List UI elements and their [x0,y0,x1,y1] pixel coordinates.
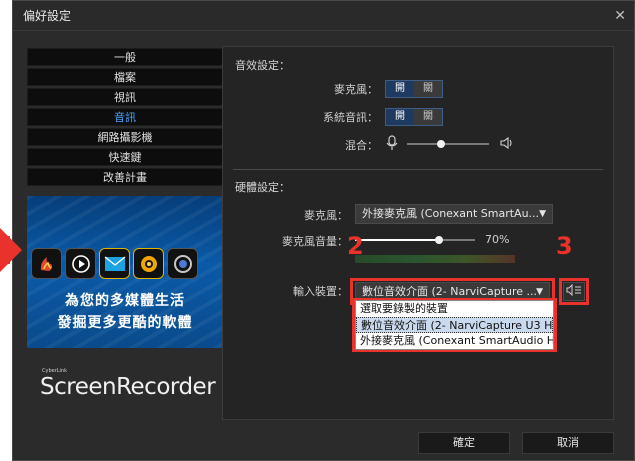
hw-mic-label: 麥克風： [304,209,348,222]
mic-volume-fill [355,239,439,241]
audio-section-title: 音效設定： [235,59,290,72]
chevron-down-icon: ▼ [539,209,546,219]
mail-app-icon [99,248,130,279]
dropdown-option-prompt[interactable]: 選取要錄製的裝置 [356,301,553,317]
nav-item-general[interactable]: 一般 [27,48,223,66]
settings-nav: 一般 檔案 視訊 音訊 網路攝影機 快速鍵 改善計畫 [27,48,223,188]
close-icon[interactable]: ✕ [614,8,626,24]
mic-volume-label: 麥克風音量： [282,235,348,248]
system-audio-off-option[interactable]: 關 [414,109,442,125]
mix-slider-thumb[interactable] [437,140,446,148]
annotation-number-2: 2 [347,232,364,260]
dialog-title: 偏好設定 [23,9,72,23]
app-icon-row [31,248,198,279]
nav-item-webcam[interactable]: 網路攝影機 [27,128,223,146]
mix-label: 混合： [345,139,378,152]
aperture-app-icon [133,248,164,279]
banner-headline: 為您的多媒體生活 [65,293,185,309]
input-device-dropdown: 選取要錄製的裝置 數位音效介面 (2- NarviCapture U3 H...… [355,300,554,350]
mix-slider[interactable] [407,140,489,148]
flame-app-icon [31,248,62,279]
system-audio-toggle[interactable]: 開 關 [385,108,443,126]
promo-banner[interactable]: 為您的多媒體生活 發掘更多更酷的軟體 [27,196,223,348]
section-divider [233,169,603,170]
mic-device-value: 外接麥克風 (Conexant SmartAu... [362,207,540,220]
nav-item-audio[interactable]: 音訊 [27,108,223,126]
titlebar: 偏好設定 ✕ [13,1,634,31]
mic-toggle[interactable]: 開 關 [385,80,443,98]
system-audio-on-option[interactable]: 開 [386,109,414,125]
nav-item-file[interactable]: 檔案 [27,68,223,86]
annotation-number-3: 3 [556,232,573,260]
system-audio-label: 系統音訊： [323,111,378,124]
dropdown-option-narvicapture[interactable]: 數位音效介面 (2- NarviCapture U3 H... [356,317,553,333]
sound-settings-icon [566,283,582,299]
mic-device-select[interactable]: 外接麥克風 (Conexant SmartAu... ▼ [355,204,553,224]
speaker-icon [499,135,515,154]
lens-app-icon [167,248,198,279]
mic-volume-thumb[interactable] [435,236,443,244]
mic-on-option[interactable]: 開 [386,81,414,97]
cancel-button[interactable]: 取消 [522,432,614,454]
ok-button[interactable]: 確定 [418,432,510,454]
play-app-icon [65,248,96,279]
nav-item-hotkeys[interactable]: 快速鍵 [27,148,223,166]
mic-off-option[interactable]: 關 [414,81,442,97]
mic-level-meter [355,255,515,263]
audio-setup-button[interactable] [563,282,585,301]
annotation-arrow [0,228,22,272]
mic-volume-value: 70% [485,233,510,246]
input-device-label: 輸入裝置： [293,285,348,298]
hardware-section-title: 硬體設定： [235,181,290,194]
mic-label: 麥克風： [334,83,378,96]
banner-subheadline: 發掘更多更酷的軟體 [57,315,193,331]
nav-item-video[interactable]: 視訊 [27,88,223,106]
input-device-value: 數位音效介面 (2- NarviCapture ... [362,285,538,298]
nav-item-improvement[interactable]: 改善計畫 [27,168,223,186]
product-name: ScreenRecorder [40,374,216,400]
microphone-icon [385,135,399,154]
mic-volume-slider[interactable] [355,236,475,244]
dropdown-option-conexant[interactable]: 外接麥克風 (Conexant SmartAudio H... [356,333,553,349]
